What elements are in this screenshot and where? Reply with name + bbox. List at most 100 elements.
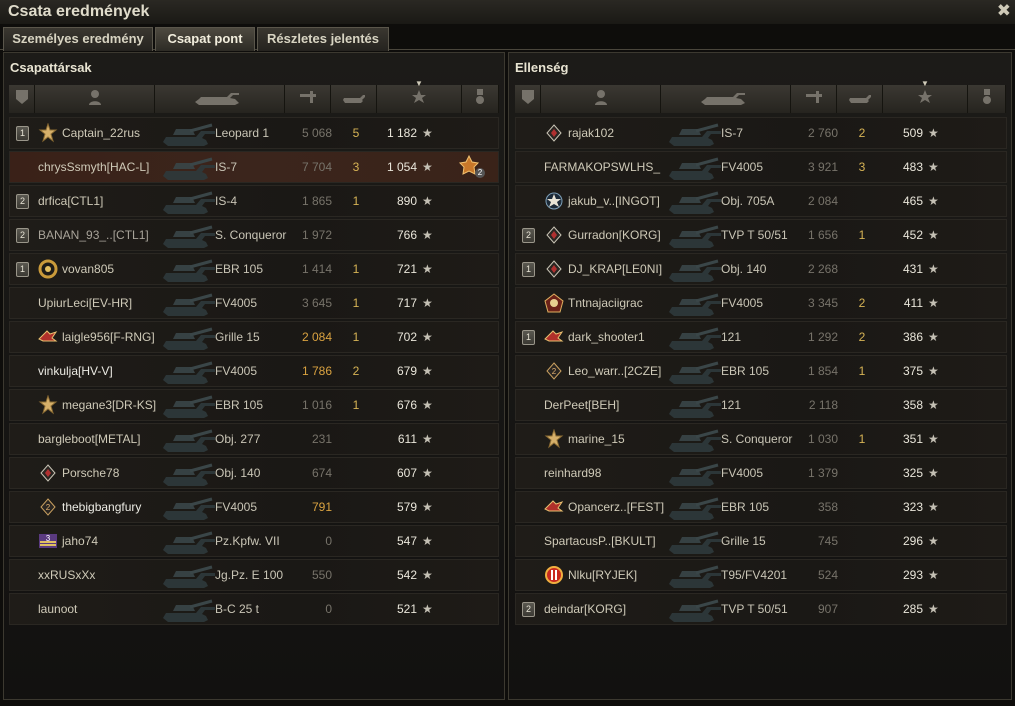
player-name[interactable]: rajak102	[568, 118, 614, 148]
column-header-damage[interactable]	[791, 85, 837, 113]
player-name[interactable]: vovan805	[62, 254, 114, 284]
xp-star-icon: ★	[422, 160, 433, 174]
player-name[interactable]: FARMAKOPSWLHS_	[544, 152, 660, 182]
player-name[interactable]: Porsche78	[62, 458, 119, 488]
player-name[interactable]: thebigbangfury	[62, 492, 141, 522]
column-header-tank[interactable]	[155, 85, 285, 113]
player-name[interactable]: Opancerz..[FEST]	[568, 492, 664, 522]
player-row[interactable]: 3 jaho74 Pz.Kpfw. VII 0 547 ★	[9, 525, 499, 557]
player-name[interactable]: vinkulja[HV-V]	[38, 356, 113, 386]
player-name[interactable]: deindar[KORG]	[544, 594, 626, 624]
svg-text:2: 2	[552, 367, 557, 376]
xp-star-icon: ★	[928, 398, 939, 412]
tank-silhouette-icon	[160, 561, 218, 589]
tank-name: FV4005	[215, 364, 258, 378]
xp-star-icon: ★	[422, 364, 433, 378]
player-name[interactable]: drfica[CTL1]	[38, 186, 103, 216]
xp-value: 721	[396, 262, 417, 276]
player-name[interactable]: BANAN_93_..[CTL1]	[38, 220, 149, 250]
player-row[interactable]: laigle956[F-RNG] Grille 15 2 084 1 702 ★	[9, 321, 499, 353]
player-row[interactable]: FARMAKOPSWLHS_ FV4005 3 921 3 483 ★	[515, 151, 1007, 183]
achievement-badge-icon: 2	[38, 497, 58, 517]
close-icon[interactable]: ✖	[997, 1, 1011, 21]
xp-star-icon: ★	[422, 126, 433, 140]
player-name[interactable]: chrysSsmyth[HAC-L]	[38, 152, 149, 182]
player-name[interactable]: Nlku[RYJEK]	[568, 560, 637, 590]
player-name[interactable]: Gurradon[KORG]	[568, 220, 661, 250]
player-row[interactable]: marine_15 S. Conqueror 1 030 1 351 ★	[515, 423, 1007, 455]
column-header-medal[interactable]	[968, 85, 1006, 113]
player-name[interactable]: DerPeet[BEH]	[544, 390, 619, 420]
player-row[interactable]: 2 drfica[CTL1] IS-4 1 865 1 890 ★	[9, 185, 499, 217]
player-row[interactable]: 2 Leo_warr..[2CZE] EBR 105 1 854 1 375 ★	[515, 355, 1007, 387]
player-name[interactable]: jakub_v..[INGOT]	[568, 186, 660, 216]
column-header-xp-star[interactable]: ▼	[377, 79, 462, 113]
column-header-tank[interactable]	[661, 85, 791, 113]
damage-value: 674	[311, 466, 332, 480]
player-name[interactable]: Tntnajaciigrac	[568, 288, 643, 318]
player-row[interactable]: Nlku[RYJEK] T95/FV4201 524 293 ★	[515, 559, 1007, 591]
tab-personal-results[interactable]: Személyes eredmény	[3, 27, 153, 51]
column-header-player[interactable]	[541, 85, 661, 113]
player-row[interactable]: 2 thebigbangfury FV4005 791 579 ★	[9, 491, 499, 523]
player-row[interactable]: Porsche78 Obj. 140 674 607 ★	[9, 457, 499, 489]
player-row[interactable]: SpartacusP..[BKULT] Grille 15 745 296 ★	[515, 525, 1007, 557]
player-row[interactable]: Opancerz..[FEST] EBR 105 358 323 ★	[515, 491, 1007, 523]
tab-detailed-report[interactable]: Részletes jelentés	[257, 27, 389, 51]
xp-star-icon: ★	[422, 432, 433, 446]
tank-icon	[191, 89, 249, 110]
player-name[interactable]: dark_shooter1	[568, 322, 645, 352]
xp-star-icon: ★	[422, 228, 433, 242]
column-header-platoon[interactable]	[515, 85, 541, 113]
player-name[interactable]: Captain_22rus	[62, 118, 140, 148]
player-row[interactable]: megane3[DR-KS] EBR 105 1 016 1 676 ★	[9, 389, 499, 421]
xp-value: 465	[902, 194, 923, 208]
platoon-badge: 1	[522, 330, 535, 345]
player-name[interactable]: DJ_KRAP[LE0NI]	[568, 254, 662, 284]
tank-silhouette-icon	[160, 425, 218, 453]
tank-name: TVP T 50/51	[721, 228, 788, 242]
player-row[interactable]: 2 Gurradon[KORG] TVP T 50/51 1 656 1 452 ★	[515, 219, 1007, 251]
player-name[interactable]: megane3[DR-KS]	[62, 390, 156, 420]
player-row[interactable]: vinkulja[HV-V] FV4005 1 786 2 679 ★	[9, 355, 499, 387]
player-row[interactable]: 1 dark_shooter1 121 1 292 2 386 ★	[515, 321, 1007, 353]
player-row[interactable]: DerPeet[BEH] 121 2 118 358 ★	[515, 389, 1007, 421]
player-row[interactable]: 1 DJ_KRAP[LE0NI] Obj. 140 2 268 431 ★	[515, 253, 1007, 285]
player-row[interactable]: reinhard98 FV4005 1 379 325 ★	[515, 457, 1007, 489]
player-name[interactable]: jaho74	[62, 526, 98, 556]
player-row[interactable]: jakub_v..[INGOT] Obj. 705A 2 084 465 ★	[515, 185, 1007, 217]
player-name[interactable]: Leo_warr..[2CZE]	[568, 356, 661, 386]
player-name[interactable]: SpartacusP..[BKULT]	[544, 526, 656, 556]
player-row[interactable]: chrysSsmyth[HAC-L] IS-7 7 704 3 1 054 ★ 2	[9, 151, 499, 183]
column-header-damage[interactable]	[285, 85, 331, 113]
player-row[interactable]: 1 vovan805 EBR 105 1 414 1 721 ★	[9, 253, 499, 285]
column-header-medal[interactable]	[462, 85, 499, 113]
player-name[interactable]: bargleboot[METAL]	[38, 424, 141, 454]
player-row[interactable]: 2 deindar[KORG] TVP T 50/51 907 285 ★	[515, 593, 1007, 625]
column-header-xp-star[interactable]: ▼	[883, 79, 968, 113]
player-row[interactable]: UpiurLeci[EV-HR] FV4005 3 645 1 717 ★	[9, 287, 499, 319]
tank-silhouette-icon	[160, 595, 218, 623]
player-row[interactable]: Tntnajaciigrac FV4005 3 345 2 411 ★	[515, 287, 1007, 319]
column-header-platoon[interactable]	[9, 85, 35, 113]
tab-team-score[interactable]: Csapat pont	[155, 27, 255, 51]
tank-name: 121	[721, 398, 742, 412]
player-name[interactable]: xxRUSxXx	[38, 560, 95, 590]
player-name[interactable]: UpiurLeci[EV-HR]	[38, 288, 132, 318]
player-row[interactable]: launoot B-C 25 t 0 521 ★	[9, 593, 499, 625]
player-row[interactable]: 1 Captain_22rus Leopard 1 5 068 5 1 182 ★	[9, 117, 499, 149]
damage-value: 2 118	[808, 398, 838, 412]
column-header-kills[interactable]	[331, 85, 377, 113]
player-icon	[594, 89, 608, 110]
player-name[interactable]: reinhard98	[544, 458, 601, 488]
player-row[interactable]: rajak102 IS-7 2 760 2 509 ★	[515, 117, 1007, 149]
player-row[interactable]: xxRUSxXx Jg.Pz. E 100 550 542 ★	[9, 559, 499, 591]
player-row[interactable]: bargleboot[METAL] Obj. 277 231 611 ★	[9, 423, 499, 455]
player-name[interactable]: launoot	[38, 594, 77, 624]
column-header-player[interactable]	[35, 85, 155, 113]
player-row[interactable]: 2 BANAN_93_..[CTL1] S. Conqueror 1 972 766 ★	[9, 219, 499, 251]
column-header-kills[interactable]	[837, 85, 883, 113]
player-name[interactable]: marine_15	[568, 424, 625, 454]
tank-silhouette-icon	[160, 255, 218, 283]
player-name[interactable]: laigle956[F-RNG]	[62, 322, 155, 352]
